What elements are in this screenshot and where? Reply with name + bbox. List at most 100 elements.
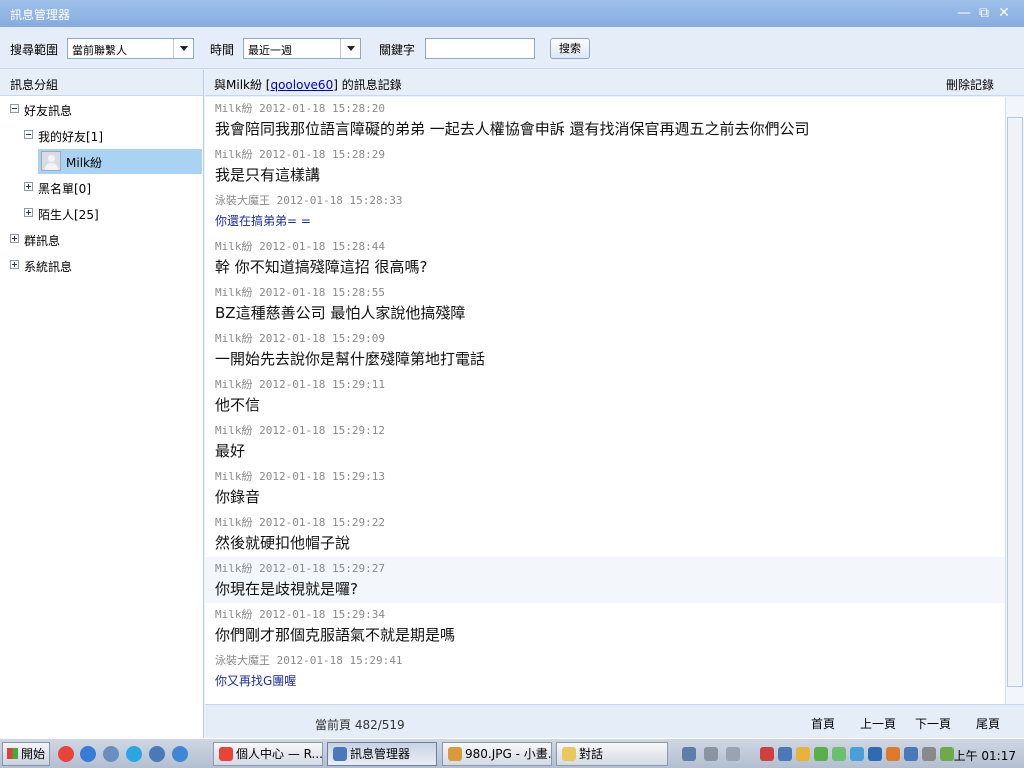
tray-icon[interactable] [904, 747, 918, 761]
prev-page-button[interactable]: 上一頁 [860, 715, 896, 732]
tray-icon[interactable] [814, 747, 828, 761]
expand-icon[interactable] [24, 208, 33, 217]
close-button[interactable]: ✕ [994, 4, 1014, 22]
message-item: Milk紛 2012-01-18 15:28:55 BZ這種慈善公司 最怕人家說… [205, 281, 1005, 327]
expand-icon[interactable] [10, 260, 19, 269]
message-meta: Milk紛 2012-01-18 15:28:29 [215, 148, 385, 161]
restore-button[interactable]: ⧉ [974, 4, 994, 22]
message-item: 泳裝大魔王 2012-01-18 15:29:41 你又再找G團喔 [205, 649, 1005, 695]
tree-item-friends-msgs[interactable]: 好友訊息 [10, 99, 200, 121]
message-meta: Milk紛 2012-01-18 15:29:13 [215, 470, 385, 483]
tray-icon[interactable] [922, 747, 936, 761]
tray-icon[interactable] [726, 747, 740, 761]
message-meta: Milk紛 2012-01-18 15:29:34 [215, 608, 385, 621]
tree-item-system-msgs[interactable]: 系統訊息 [10, 255, 200, 277]
expand-icon[interactable] [24, 182, 33, 191]
delete-records-button[interactable]: 刪除記錄 [946, 76, 994, 93]
next-page-button[interactable]: 下一頁 [915, 715, 951, 732]
last-page-button[interactable]: 尾頁 [976, 715, 1000, 732]
task-chrome[interactable]: 個人中心 — R... [213, 742, 323, 766]
time-select-value: 最近一週 [248, 44, 292, 57]
message-text: 我是只有這樣講 [215, 166, 321, 184]
qq-icon[interactable] [796, 747, 810, 761]
chrome-icon [219, 747, 233, 761]
account-link[interactable]: qoolove60 [270, 78, 333, 92]
tree-item-label: 陌生人[25] [38, 208, 99, 222]
pagination-bar: 當前頁 482/519 首頁 上一頁 下一頁 尾頁 [205, 704, 1024, 738]
scope-label: 搜尋範圍 [10, 43, 59, 57]
tray-icon[interactable] [760, 747, 774, 761]
time-select[interactable]: 最近一週 [243, 38, 361, 59]
tree-item-group-msgs[interactable]: 群訊息 [10, 229, 200, 251]
message-text: 最好 [215, 442, 246, 460]
tray-icon[interactable] [704, 747, 718, 761]
message-item: Milk紛 2012-01-18 15:29:34 你們剛才那個克服語氣不就是期… [205, 603, 1005, 649]
tray-icon[interactable] [940, 747, 954, 761]
message-text: 他不信 [215, 396, 261, 414]
tray-icon[interactable] [682, 747, 696, 761]
messenger-icon[interactable] [149, 746, 165, 762]
window-titlebar: 訊息管理器 — ⧉ ✕ [0, 0, 1024, 27]
message-item: Milk紛 2012-01-18 15:29:22 然後就硬扣他帽子說 [205, 511, 1005, 557]
keyword-input[interactable] [425, 38, 535, 59]
message-scrollbar[interactable] [1005, 97, 1024, 704]
tree-item-strangers[interactable]: 陌生人[25] [24, 203, 200, 225]
task-paint[interactable]: 980.JPG - 小畫... [442, 742, 552, 766]
message-text: 我會陪同我那位語言障礙的弟弟 一起去人權協會申訴 還有找消保官再週五之前去你們公… [215, 120, 810, 138]
tray-icon[interactable] [886, 747, 900, 761]
taskbar: 開始 個人中心 — R... 訊息管理器 980.JPG - 小畫... 對話 … [0, 738, 1024, 768]
app-icon[interactable] [103, 746, 119, 762]
chat-title-prefix: 與Milk紛 [ [214, 78, 271, 92]
message-meta: Milk紛 2012-01-18 15:28:44 [215, 240, 385, 253]
task-message-manager[interactable]: 訊息管理器 [327, 742, 437, 766]
first-page-button[interactable]: 首頁 [811, 715, 835, 732]
expand-icon[interactable] [10, 234, 19, 243]
message-meta: Milk紛 2012-01-18 15:28:55 [215, 286, 385, 299]
message-meta: Milk紛 2012-01-18 15:29:22 [215, 516, 385, 529]
chevron-down-icon[interactable] [173, 39, 193, 58]
folder-icon [562, 747, 576, 761]
chat-header: 與Milk紛 [qoolove60] 的訊息記錄 刪除記錄 [205, 70, 1024, 96]
collapse-icon[interactable] [10, 104, 19, 113]
chevron-down-icon[interactable] [340, 39, 360, 58]
collapse-icon[interactable] [24, 130, 33, 139]
message-item: Milk紛 2012-01-18 15:29:11 他不信 [205, 373, 1005, 419]
start-button[interactable]: 開始 [2, 742, 50, 766]
skype-icon[interactable] [126, 746, 142, 762]
message-text: 你們剛才那個克服語氣不就是期是嗎 [215, 626, 456, 644]
tray-icon[interactable] [850, 747, 864, 761]
chat-title: 與Milk紛 [qoolove60] 的訊息記錄 [214, 76, 402, 93]
message-text: 一開始先去說你是幫什麼殘障第地打電話 [215, 350, 486, 368]
message-meta: Milk紛 2012-01-18 15:29:11 [215, 378, 385, 391]
keyword-label: 關鍵字 [379, 43, 416, 57]
window-title: 訊息管理器 [10, 8, 71, 22]
search-button[interactable]: 搜索 [550, 38, 590, 59]
tree-item-label: 黑名單[0] [38, 182, 91, 196]
message-meta: Milk紛 2012-01-18 15:29:27 [215, 562, 385, 575]
message-text: 你又再找G團喔 [215, 674, 297, 688]
message-item: Milk紛 2012-01-18 15:28:44 幹 你不知道搞殘障這招 很高… [205, 235, 1005, 281]
tray-icon[interactable] [778, 747, 792, 761]
tree-item-label: 好友訊息 [24, 104, 73, 118]
chrome-icon[interactable] [58, 746, 74, 762]
tray-icon[interactable] [868, 747, 882, 761]
ie-icon[interactable] [172, 746, 188, 762]
message-text: 幹 你不知道搞殘障這招 很高嗎? [215, 258, 428, 276]
scrollbar-thumb[interactable] [1007, 117, 1023, 687]
task-conversation[interactable]: 對話 [556, 742, 668, 766]
scope-select[interactable]: 當前聯繫人 [67, 38, 194, 59]
minimize-button[interactable]: — [954, 4, 974, 22]
message-meta: Milk紛 2012-01-18 15:29:12 [215, 424, 385, 437]
current-page: 當前頁 482/519 [315, 718, 405, 732]
message-text: BZ這種慈善公司 最怕人家說他搞殘障 [215, 304, 466, 322]
tree-item-label: 我的好友[1] [38, 130, 103, 144]
tray-icon[interactable] [832, 747, 846, 761]
tree-item-blacklist[interactable]: 黑名單[0] [24, 177, 200, 199]
tree-item-label: 系統訊息 [24, 260, 73, 274]
media-player-icon[interactable] [80, 746, 96, 762]
tree-item-contact[interactable]: Milk紛 [64, 151, 194, 173]
message-text: 你錄音 [215, 488, 261, 506]
tree-item-my-friends[interactable]: 我的好友[1] [24, 125, 200, 147]
clock: 上午 01:17 [953, 749, 1016, 763]
message-text: 然後就硬扣他帽子說 [215, 534, 351, 552]
